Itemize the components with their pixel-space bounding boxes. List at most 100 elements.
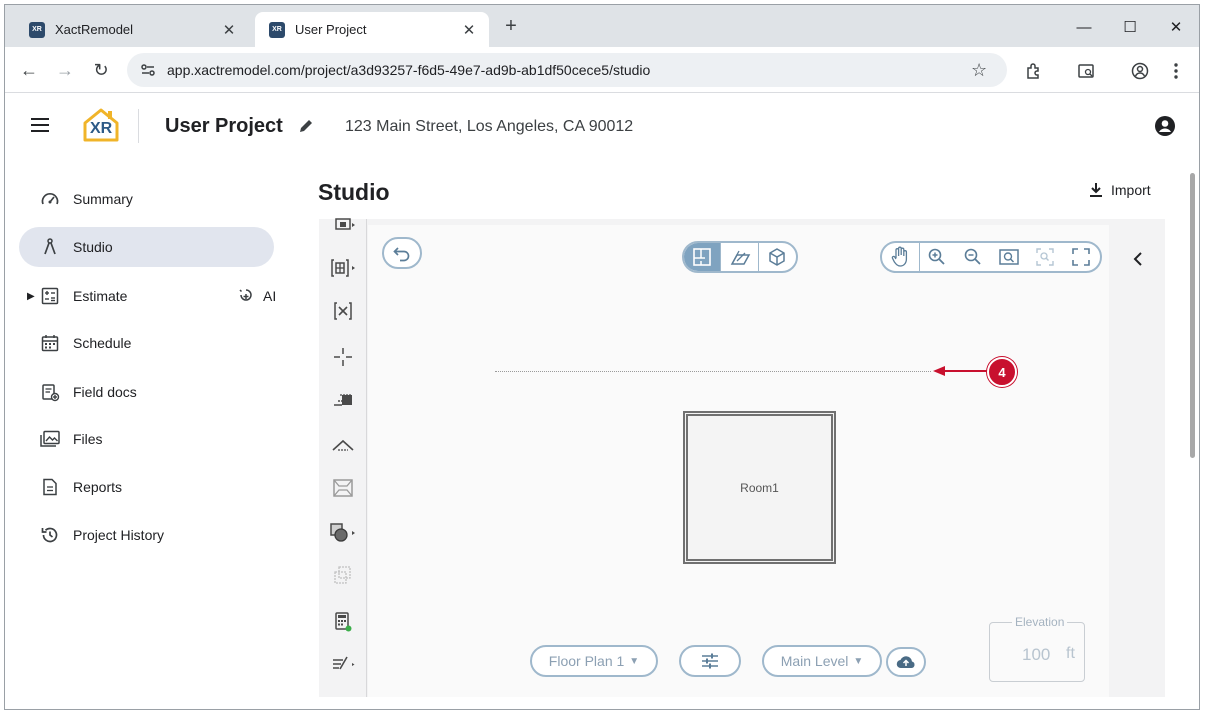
bookmark-star-icon[interactable]: ☆ xyxy=(971,60,993,81)
sidebar-item-label: Studio xyxy=(73,239,113,255)
import-button[interactable]: Import xyxy=(1089,182,1151,198)
site-info-icon[interactable] xyxy=(139,61,157,79)
forward-icon[interactable]: → xyxy=(51,56,79,84)
sidebar-item-files[interactable]: Files xyxy=(19,419,274,459)
crosshair-tool-icon[interactable] xyxy=(327,343,359,371)
project-title: User Project xyxy=(165,115,283,137)
logo-text: XR xyxy=(90,120,113,137)
elevation-label: Elevation xyxy=(1012,615,1068,629)
select-area-tool-icon[interactable] xyxy=(327,561,359,589)
room-shape[interactable]: Room1 xyxy=(683,411,836,564)
browser-toolbar: ← → ↻ app.xactremodel.com/project/a3d932… xyxy=(5,47,1199,93)
settings-button[interactable] xyxy=(679,645,741,677)
level-dropdown[interactable]: Main Level ▼ xyxy=(762,645,882,677)
stairs-tool-icon[interactable] xyxy=(327,386,359,414)
zoom-out-icon[interactable] xyxy=(955,243,991,271)
3d-view-icon[interactable] xyxy=(759,243,796,271)
ceiling-tool-icon[interactable] xyxy=(327,474,359,502)
sidebar-item-label: Summary xyxy=(73,191,133,207)
back-icon[interactable]: ← xyxy=(15,56,43,84)
ai-button[interactable]: AI xyxy=(237,276,276,316)
annotation-tool-icon[interactable] xyxy=(327,650,359,678)
history-icon xyxy=(39,524,61,546)
delete-room-tool-icon[interactable] xyxy=(327,297,359,325)
elevation-field[interactable]: Elevation 100 ft xyxy=(989,615,1085,682)
sliders-icon xyxy=(702,653,718,669)
document-icon xyxy=(39,476,61,498)
zoom-to-fit-icon[interactable] xyxy=(991,243,1027,271)
cloud-upload-icon xyxy=(896,656,915,669)
profile-icon[interactable] xyxy=(1129,60,1151,82)
wall-tool-icon[interactable] xyxy=(327,213,359,241)
window-close-icon[interactable]: ✕ xyxy=(1153,13,1199,41)
undo-icon xyxy=(393,247,410,262)
pencil-icon[interactable] xyxy=(297,117,315,135)
sidebar-item-label: Estimate xyxy=(73,288,128,304)
cloud-upload-button[interactable] xyxy=(886,647,926,677)
sidebar-item-estimate[interactable]: ▶ Estimate AI xyxy=(19,276,276,316)
chevron-left-icon[interactable] xyxy=(1129,249,1147,269)
tab-title: XactRemodel xyxy=(55,22,134,37)
account-circle-icon[interactable] xyxy=(1154,115,1176,137)
reload-icon[interactable]: ↻ xyxy=(87,56,115,84)
undo-button[interactable] xyxy=(382,237,422,269)
title-bar: XR XactRemodel ✕ XR User Project ✕ + — ☐… xyxy=(5,5,1199,47)
tab-user-project[interactable]: XR User Project ✕ xyxy=(255,12,489,47)
pan-hand-icon[interactable] xyxy=(882,243,920,271)
compass-icon xyxy=(39,236,61,258)
elevation-view-icon[interactable] xyxy=(721,243,759,271)
floor-plan-dropdown[interactable]: Floor Plan 1 ▼ xyxy=(530,645,658,677)
import-label: Import xyxy=(1111,182,1151,198)
sidebar-item-label: Field docs xyxy=(73,384,137,400)
sidebar-item-project-history[interactable]: Project History xyxy=(19,515,274,555)
zoom-selection-icon[interactable] xyxy=(1027,243,1063,271)
shapes-tool-icon[interactable] xyxy=(327,519,359,547)
sidebar-item-label: Project History xyxy=(73,527,165,543)
calendar-icon xyxy=(39,332,61,354)
sidebar-item-reports[interactable]: Reports xyxy=(19,467,274,507)
tab-favicon: XR xyxy=(29,21,45,38)
minimize-icon[interactable]: — xyxy=(1061,13,1107,41)
tab-title: User Project xyxy=(295,22,367,37)
sidebar-item-studio[interactable]: Studio xyxy=(19,227,274,267)
new-tab-icon[interactable]: + xyxy=(499,15,523,38)
close-icon[interactable]: ✕ xyxy=(219,21,239,39)
sidebar-item-summary[interactable]: Summary xyxy=(19,179,274,219)
gauge-icon xyxy=(39,188,61,210)
tab-favicon: XR xyxy=(269,21,285,38)
download-icon xyxy=(1090,183,1102,197)
fullscreen-icon[interactable] xyxy=(1062,243,1100,271)
browser-window: XR XactRemodel ✕ XR User Project ✕ + — ☐… xyxy=(4,4,1200,710)
browser-menu-icon[interactable] xyxy=(1165,60,1187,82)
tab-xactremodel[interactable]: XR XactRemodel ✕ xyxy=(15,12,249,47)
header-divider xyxy=(138,109,139,143)
address-bar[interactable]: app.xactremodel.com/project/a3d93257-f6d… xyxy=(127,53,1007,87)
sidebar: Summary Studio ▶ Estimate AI Schedule Fi… xyxy=(5,159,295,709)
zoom-in-icon[interactable] xyxy=(920,243,956,271)
page-title: Studio xyxy=(318,179,390,205)
ai-sparkle-icon xyxy=(239,289,252,301)
elevation-value: 100 xyxy=(1022,645,1051,664)
sidebar-item-schedule[interactable]: Schedule xyxy=(19,323,274,363)
sidebar-item-field-docs[interactable]: Field docs xyxy=(19,372,274,412)
hamburger-menu-icon[interactable] xyxy=(31,118,49,132)
expand-arrow-icon[interactable]: ▶ xyxy=(27,291,35,302)
scrollbar-thumb[interactable] xyxy=(1190,173,1195,458)
close-icon[interactable]: ✕ xyxy=(459,21,479,39)
room-label: Room1 xyxy=(740,480,779,495)
images-icon xyxy=(39,428,61,450)
calculator-tool-icon[interactable] xyxy=(327,608,359,636)
roof-tool-icon[interactable] xyxy=(327,431,359,459)
room-tool-icon[interactable] xyxy=(327,254,359,282)
url-text: app.xactremodel.com/project/a3d93257-f6d… xyxy=(167,62,651,78)
extensions-icon[interactable] xyxy=(1023,60,1045,82)
maximize-icon[interactable]: ☐ xyxy=(1107,13,1153,41)
calculator-icon xyxy=(39,285,61,307)
sidebar-item-label: Schedule xyxy=(73,335,132,351)
tab-search-icon[interactable] xyxy=(1075,60,1097,82)
callout-badge: 4 xyxy=(987,357,1017,387)
tool-strip xyxy=(319,218,367,697)
caret-down-icon: ▼ xyxy=(853,655,864,667)
floor-plan-view-icon[interactable] xyxy=(684,243,722,271)
sidebar-item-label: Reports xyxy=(73,479,123,495)
